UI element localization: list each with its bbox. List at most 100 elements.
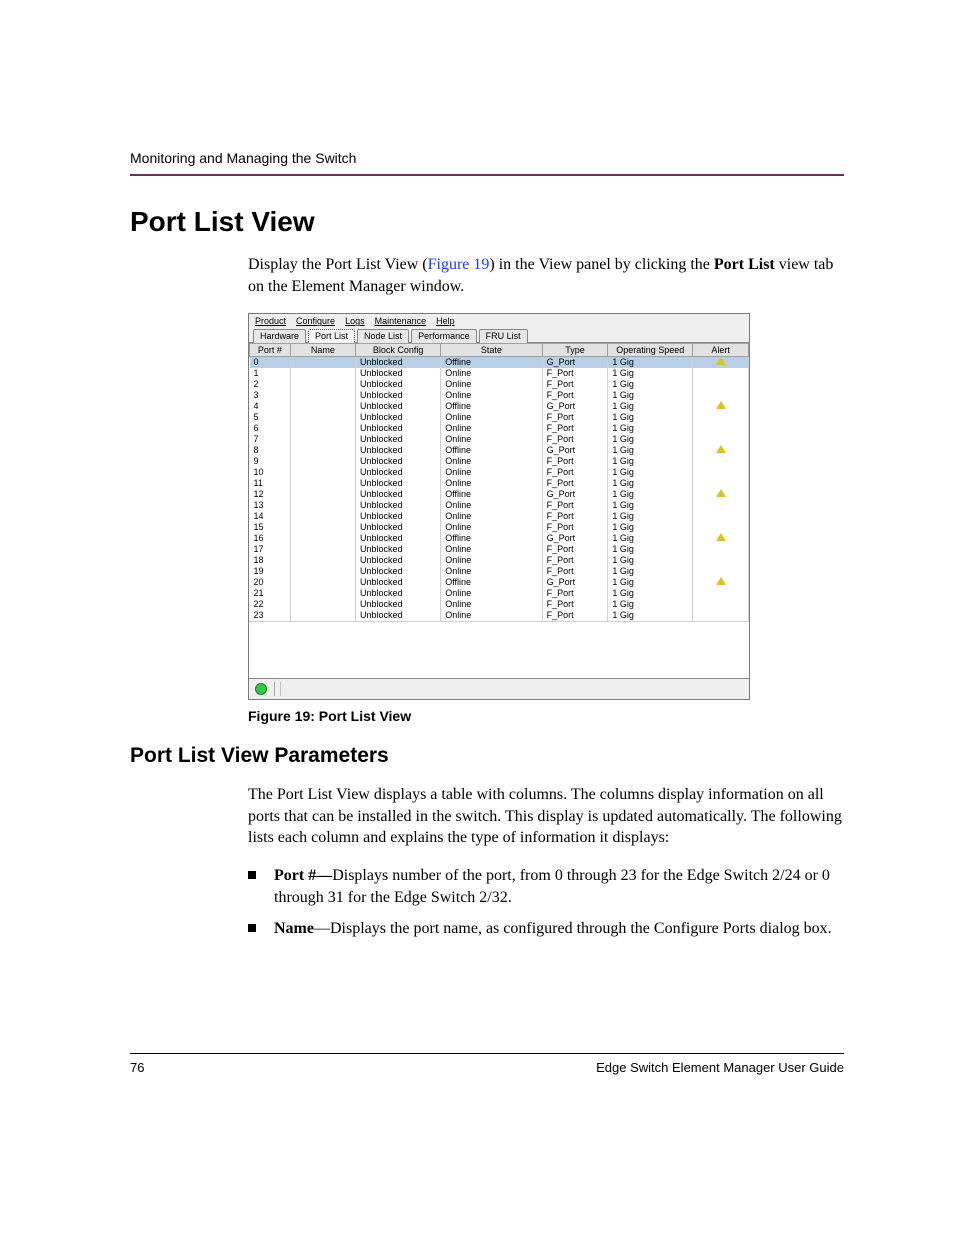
table-row[interactable]: 23UnblockedOnlineF_Port1 Gig (250, 610, 749, 621)
status-message-area (280, 682, 747, 696)
column-header[interactable]: Alert (693, 344, 749, 357)
table-row[interactable]: 7UnblockedOnlineF_Port1 Gig (250, 434, 749, 445)
cell: Online (441, 599, 542, 610)
cell: F_Port (542, 412, 608, 423)
table-row[interactable]: 9UnblockedOnlineF_Port1 Gig (250, 456, 749, 467)
cell-alert (693, 555, 749, 566)
column-header[interactable]: Operating Speed (608, 344, 693, 357)
column-header[interactable]: Port # (250, 344, 291, 357)
figure-reference-link[interactable]: Figure 19 (428, 256, 490, 273)
cell (290, 555, 355, 566)
table-row[interactable]: 19UnblockedOnlineF_Port1 Gig (250, 566, 749, 577)
cell (290, 401, 355, 412)
cell (290, 412, 355, 423)
table-row[interactable]: 5UnblockedOnlineF_Port1 Gig (250, 412, 749, 423)
tab-performance[interactable]: Performance (411, 329, 477, 343)
cell: F_Port (542, 467, 608, 478)
column-header[interactable]: Block Config (356, 344, 441, 357)
menu-item-logs[interactable]: Logs (345, 316, 365, 326)
tab-port-list[interactable]: Port List (308, 329, 355, 343)
cell: Unblocked (356, 500, 441, 511)
cell: 1 Gig (608, 599, 693, 610)
column-header[interactable]: Type (542, 344, 608, 357)
cell: Unblocked (356, 423, 441, 434)
table-row[interactable]: 0UnblockedOfflineG_Port1 Gig (250, 357, 749, 369)
cell: F_Port (542, 511, 608, 522)
cell (290, 577, 355, 588)
intro-pre: Display the Port List View ( (248, 256, 428, 273)
table-row[interactable]: 1UnblockedOnlineF_Port1 Gig (250, 368, 749, 379)
table-row[interactable]: 22UnblockedOnlineF_Port1 Gig (250, 599, 749, 610)
cell (290, 566, 355, 577)
menubar: Product Configure Logs Maintenance Help (249, 314, 749, 328)
cell (290, 357, 355, 369)
port-list-screenshot: Product Configure Logs Maintenance Help Hard… (248, 313, 750, 700)
cell-alert (693, 434, 749, 445)
cell-alert (693, 445, 749, 456)
cell: Unblocked (356, 588, 441, 599)
menu-item-help[interactable]: Help (436, 316, 455, 326)
table-row[interactable]: 2UnblockedOnlineF_Port1 Gig (250, 379, 749, 390)
menu-item-configure[interactable]: Configure (296, 316, 335, 326)
table-row[interactable]: 16UnblockedOfflineG_Port1 Gig (250, 533, 749, 544)
cell: F_Port (542, 544, 608, 555)
cell: Online (441, 467, 542, 478)
table-row[interactable]: 11UnblockedOnlineF_Port1 Gig (250, 478, 749, 489)
cell: 3 (250, 390, 291, 401)
cell-alert (693, 379, 749, 390)
cell-alert (693, 456, 749, 467)
cell: 10 (250, 467, 291, 478)
cell: 5 (250, 412, 291, 423)
cell: Unblocked (356, 577, 441, 588)
alert-triangle-icon (716, 577, 726, 585)
cell: Unblocked (356, 368, 441, 379)
cell: F_Port (542, 555, 608, 566)
cell: Unblocked (356, 467, 441, 478)
table-row[interactable]: 21UnblockedOnlineF_Port1 Gig (250, 588, 749, 599)
cell (290, 489, 355, 500)
tab-hardware[interactable]: Hardware (253, 329, 306, 343)
column-header[interactable]: State (441, 344, 542, 357)
cell: 12 (250, 489, 291, 500)
column-header[interactable]: Name (290, 344, 355, 357)
table-row[interactable]: 13UnblockedOnlineF_Port1 Gig (250, 500, 749, 511)
cell: Offline (441, 401, 542, 412)
alert-triangle-icon (716, 533, 726, 541)
table-row[interactable]: 20UnblockedOfflineG_Port1 Gig (250, 577, 749, 588)
table-row[interactable]: 14UnblockedOnlineF_Port1 Gig (250, 511, 749, 522)
cell: 1 Gig (608, 522, 693, 533)
cell-alert (693, 566, 749, 577)
cell-alert (693, 390, 749, 401)
cell: F_Port (542, 588, 608, 599)
cell: Unblocked (356, 522, 441, 533)
table-row[interactable]: 3UnblockedOnlineF_Port1 Gig (250, 390, 749, 401)
cell (290, 456, 355, 467)
alert-triangle-icon (716, 401, 726, 409)
menu-item-maintenance[interactable]: Maintenance (375, 316, 427, 326)
cell: 8 (250, 445, 291, 456)
cell: Online (441, 434, 542, 445)
cell (290, 445, 355, 456)
cell: Online (441, 511, 542, 522)
table-row[interactable]: 4UnblockedOfflineG_Port1 Gig (250, 401, 749, 412)
cell: 1 Gig (608, 390, 693, 401)
table-row[interactable]: 17UnblockedOnlineF_Port1 Gig (250, 544, 749, 555)
cell (290, 599, 355, 610)
cell: 0 (250, 357, 291, 369)
table-row[interactable]: 18UnblockedOnlineF_Port1 Gig (250, 555, 749, 566)
menu-item-product[interactable]: Product (255, 316, 286, 326)
table-row[interactable]: 12UnblockedOfflineG_Port1 Gig (250, 489, 749, 500)
cell: 1 Gig (608, 544, 693, 555)
table-row[interactable]: 10UnblockedOnlineF_Port1 Gig (250, 467, 749, 478)
cell: F_Port (542, 390, 608, 401)
cell-alert (693, 467, 749, 478)
cell: 1 Gig (608, 588, 693, 599)
tab-node-list[interactable]: Node List (357, 329, 409, 343)
param-term: Name (274, 920, 314, 937)
tab-fru-list[interactable]: FRU List (479, 329, 528, 343)
table-row[interactable]: 6UnblockedOnlineF_Port1 Gig (250, 423, 749, 434)
cell: Unblocked (356, 544, 441, 555)
cell: Unblocked (356, 511, 441, 522)
table-row[interactable]: 8UnblockedOfflineG_Port1 Gig (250, 445, 749, 456)
table-row[interactable]: 15UnblockedOnlineF_Port1 Gig (250, 522, 749, 533)
